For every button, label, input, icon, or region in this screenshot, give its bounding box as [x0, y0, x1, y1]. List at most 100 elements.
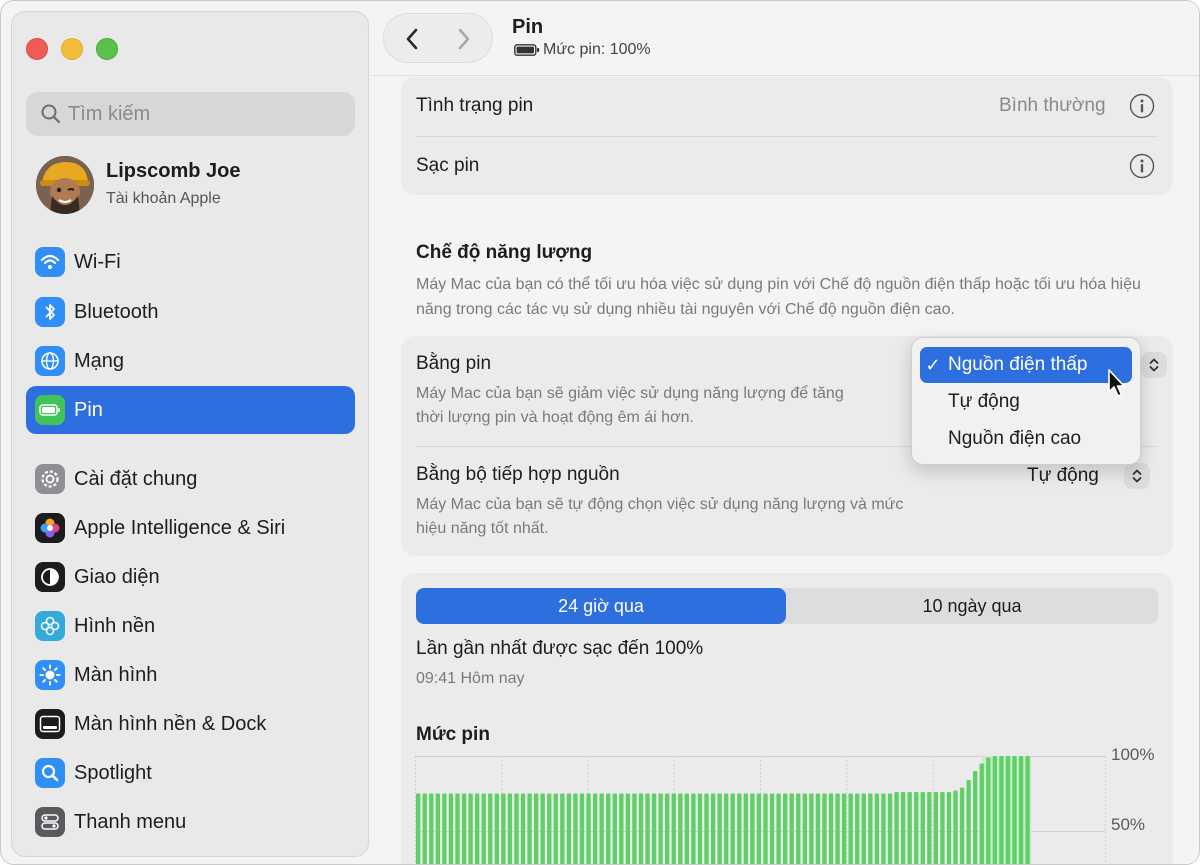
battery-level-bar: [782, 793, 788, 864]
battery-level-bar: [520, 793, 526, 864]
on-adapter-value[interactable]: Tự động: [1027, 465, 1099, 487]
battery-level-bar: [461, 793, 467, 864]
on-adapter-label: Bằng bộ tiếp hợp nguồn: [416, 464, 620, 485]
apple-account[interactable]: Lipscomb Joe Tài khoản Apple: [34, 156, 354, 216]
sidebar-item-label: Pin: [74, 398, 103, 421]
search-field[interactable]: [26, 92, 355, 136]
sidebar-item-wallpaper[interactable]: Hình nền: [26, 602, 355, 650]
battery-level-bar: [743, 793, 749, 864]
battery-level-bar: [710, 793, 716, 864]
popup-option-high-power[interactable]: Nguồn điện cao: [920, 421, 1132, 457]
battery-level-bar: [422, 793, 427, 864]
popup-option-automatic[interactable]: Tự động: [920, 384, 1132, 420]
battery-level-bar: [868, 793, 873, 864]
popup-option-low-power[interactable]: ✓ Nguồn điện thấp: [920, 347, 1132, 383]
battery-level-bar: [586, 793, 591, 864]
battery-level-bar: [540, 793, 545, 864]
on-adapter-description-2: hiệu năng tốt nhất.: [416, 520, 549, 537]
forward-button[interactable]: [444, 22, 484, 56]
minimize-window-button[interactable]: [61, 38, 83, 60]
tab-last-10-days[interactable]: 10 ngày qua: [786, 588, 1158, 624]
battery-level-bar: [691, 793, 696, 864]
bluetooth-icon: [35, 297, 65, 327]
sidebar-item-battery[interactable]: Pin: [26, 386, 355, 434]
battery-level-bar: [494, 793, 499, 864]
battery-level-bar: [1012, 756, 1017, 864]
battery-level-bar: [684, 793, 690, 864]
battery-level-bar: [730, 793, 735, 864]
on-battery-description-1: Máy Mac của bạn sẽ giảm việc sử dụng năn…: [416, 385, 844, 402]
sidebar-item-spotlight[interactable]: Spotlight: [26, 749, 355, 797]
battery-level-bar: [750, 793, 755, 864]
zoom-window-button[interactable]: [96, 38, 118, 60]
wifi-icon: [35, 247, 65, 277]
battery-info-card: Tình trạng pin Bình thường Sạc pin: [401, 77, 1173, 195]
battery-level-bar: [724, 793, 729, 864]
battery-level-bar: [481, 793, 486, 864]
battery-level-bar: [435, 793, 441, 864]
battery-level-bar: [599, 793, 604, 864]
search-input[interactable]: [68, 98, 338, 130]
sidebar-item-appearance[interactable]: Giao diện: [26, 553, 355, 601]
battery-level-bar: [894, 792, 899, 864]
battery-level-bar: [547, 793, 552, 864]
menubar-icon: [35, 807, 65, 837]
sidebar-item-displays[interactable]: Màn hình: [26, 651, 355, 699]
sidebar-item-network[interactable]: Mạng: [26, 337, 355, 385]
battery-level-bar: [717, 793, 722, 864]
page-title: Pin: [512, 16, 544, 38]
display-icon: [35, 660, 65, 690]
navigation-buttons: [383, 13, 493, 63]
battery-level-bar: [802, 793, 807, 864]
spotlight-icon: [35, 758, 65, 788]
sidebar-item-label: Cài đặt chung: [74, 467, 198, 490]
y-tick-label: 50%: [1111, 815, 1146, 834]
y-tick-label: 100%: [1111, 745, 1155, 764]
on-battery-popup-stepper[interactable]: [1141, 352, 1167, 378]
battery-level-bar: [855, 793, 860, 864]
info-icon[interactable]: [1129, 153, 1155, 179]
battery-level-bar: [907, 792, 912, 864]
battery-level-bar: [625, 793, 631, 864]
tab-last-24-hours[interactable]: 24 giờ qua: [416, 588, 786, 624]
on-adapter-popup-stepper[interactable]: [1124, 463, 1150, 489]
sidebar-item-general[interactable]: Cài đặt chung: [26, 455, 355, 503]
sidebar-item-label: Bluetooth: [74, 300, 159, 323]
sidebar-item-siri[interactable]: Apple Intelligence & Siri: [26, 504, 355, 552]
battery-level-bar: [671, 793, 676, 864]
battery-level-bar: [514, 793, 519, 864]
battery-level-bar: [815, 793, 821, 864]
close-window-button[interactable]: [26, 38, 48, 60]
battery-level-bar: [651, 793, 657, 864]
sidebar-item-label: Mạng: [74, 349, 125, 372]
battery-level-bar: [933, 792, 939, 864]
battery-level-bar: [704, 793, 709, 864]
battery-level-bar: [789, 793, 794, 864]
back-button[interactable]: [392, 22, 432, 56]
last-charged-time: 09:41 Hôm nay: [416, 670, 525, 687]
battery-level-bar: [756, 793, 762, 864]
battery-level-bar: [1005, 756, 1011, 864]
battery-status-icon: [514, 44, 540, 56]
sidebar-item-label: Màn hình nền & Dock: [74, 712, 267, 735]
energy-mode-popup-menu: ✓ Nguồn điện thấp Tự động Nguồn điện cao: [911, 337, 1141, 465]
battery-level-bar: [448, 793, 454, 864]
avatar: [36, 156, 94, 214]
battery-level-bar: [914, 792, 919, 864]
battery-level-bar: [678, 793, 683, 864]
sidebar-item-menu-bar[interactable]: Thanh menu: [26, 798, 355, 846]
energy-mode-title: Chế độ năng lượng: [416, 242, 593, 263]
battery-level-bar: [887, 793, 893, 864]
battery-level-bar: [874, 793, 880, 864]
battery-level-bar: [697, 793, 703, 864]
info-icon[interactable]: [1129, 93, 1155, 119]
battery-level-bar: [468, 793, 473, 864]
sidebar-item-wifi[interactable]: Wi-Fi: [26, 238, 355, 286]
siri-icon: [35, 513, 65, 543]
sidebar-item-desktop-dock[interactable]: Màn hình nền & Dock: [26, 700, 355, 748]
battery-level-bar: [900, 792, 906, 864]
chevron-left-icon: [406, 28, 418, 50]
sidebar-item-bluetooth[interactable]: Bluetooth: [26, 288, 355, 336]
battery-level-bar: [560, 793, 565, 864]
battery-level-bar: [416, 793, 421, 864]
